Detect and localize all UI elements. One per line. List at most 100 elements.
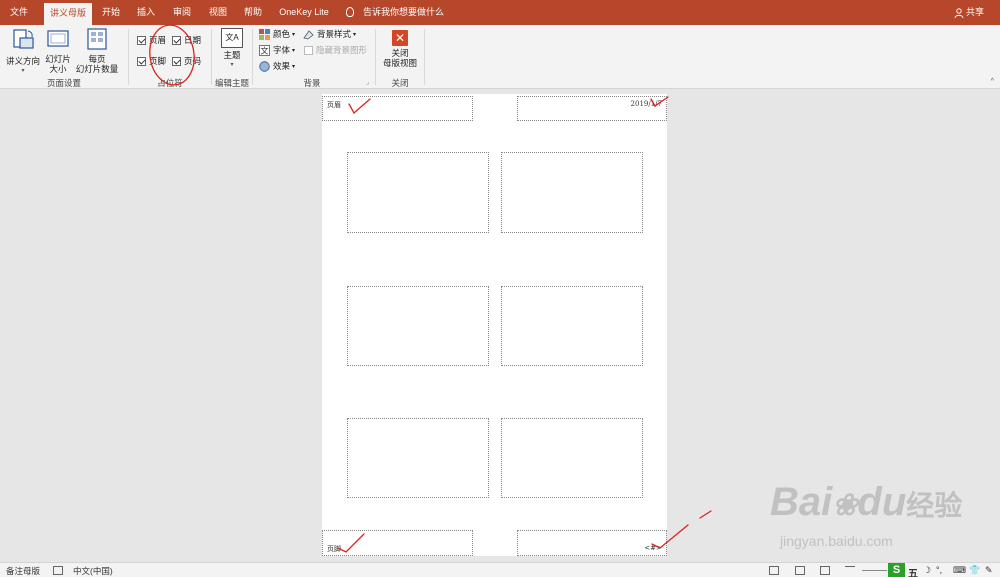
slide-size-line1: 幻灯片 [45, 54, 71, 64]
theme-icon: 文A [221, 28, 243, 48]
ime-skin-icon[interactable]: 👕 [969, 565, 980, 576]
checkbox-checked-icon [172, 56, 181, 66]
slide-slot[interactable] [501, 152, 643, 233]
themes-button[interactable]: 文A 主题 ▾ [216, 28, 248, 70]
dropdown-arrow-icon: ▾ [292, 31, 296, 38]
effects-icon [259, 60, 270, 72]
tab-file[interactable]: 文件 [0, 0, 38, 25]
header-checkbox-label: 页眉 [149, 35, 167, 45]
watermark-brand: Bai❀du经验 [770, 480, 963, 524]
ime-moon-icon[interactable]: ☽ [923, 565, 931, 576]
fonts-dropdown[interactable]: 文 字体 ▾ [259, 44, 295, 56]
close-line2: 母版视图 [382, 58, 417, 68]
slide-slot[interactable] [501, 418, 643, 498]
colors-dropdown[interactable]: 颜色 ▾ [259, 28, 295, 40]
effects-label: 效果 [273, 61, 291, 71]
group-label-close: 关闭 [391, 78, 409, 88]
checkbox-unchecked-icon [304, 45, 313, 55]
orientation-icon [13, 29, 34, 49]
tab-help[interactable]: 帮助 [238, 0, 268, 25]
slides-per-page-button[interactable]: 每页 幻灯片数量 [72, 28, 122, 74]
date-checkbox-label: 日期 [184, 35, 202, 45]
zoom-slider[interactable] [862, 570, 887, 571]
header-checkbox[interactable]: 页眉 [137, 34, 166, 46]
reading-view-icon[interactable] [820, 566, 830, 575]
dropdown-arrow-icon: ▾ [292, 63, 296, 70]
tab-review[interactable]: 审阅 [167, 0, 197, 25]
slideshow-icon[interactable] [845, 566, 855, 575]
page-number-checkbox-label: 页码 [184, 56, 202, 66]
slide-slot[interactable] [347, 152, 489, 233]
date-placeholder-text: 2019/1/7 [630, 100, 662, 108]
hide-background-label: 隐藏背景图形 [316, 45, 368, 55]
notes-master-status[interactable]: 备注母版 [6, 565, 40, 577]
group-label-background: 背景 [303, 78, 321, 88]
header-placeholder[interactable]: 页眉 [322, 96, 473, 121]
tab-onekey-lite[interactable]: OneKey Lite [274, 0, 334, 25]
header-placeholder-text: 页眉 [327, 101, 341, 109]
handout-page: 页眉 2019/1/7 页脚 <#> [322, 94, 667, 556]
background-styles-dropdown[interactable]: 背景样式 ▾ [303, 28, 356, 40]
colors-label: 颜色 [273, 29, 291, 39]
close-master-view-button[interactable]: ✕ 关闭 母版视图 [379, 30, 421, 68]
normal-view-icon[interactable] [769, 566, 779, 575]
hide-background-checkbox[interactable]: 隐藏背景图形 [304, 44, 367, 56]
tab-home[interactable]: 开始 [96, 0, 126, 25]
ime-logo-icon[interactable]: S [888, 563, 905, 577]
dialog-launcher-icon[interactable]: ⌟ [366, 79, 369, 86]
slide-slot[interactable] [347, 286, 489, 366]
dropdown-arrow-icon: ▾ [230, 62, 234, 68]
tab-view[interactable]: 视图 [203, 0, 233, 25]
group-label-page-setup: 页面设置 [46, 78, 81, 88]
paw-icon: ❀ [832, 489, 858, 522]
share-button[interactable]: 共享 [954, 0, 984, 25]
lightbulb-icon [346, 6, 354, 17]
ime-punctuation-icon[interactable]: °, [936, 565, 942, 575]
date-placeholder[interactable]: 2019/1/7 [517, 96, 667, 121]
footer-checkbox[interactable]: 页脚 [137, 55, 166, 67]
checkbox-checked-icon [137, 35, 146, 45]
effects-dropdown[interactable]: 效果 ▾ [259, 60, 295, 72]
slide-slot[interactable] [347, 418, 489, 498]
per-page-line1: 每页 [88, 54, 106, 64]
colors-icon [259, 28, 270, 40]
tab-handout-master[interactable]: 讲义母版 [44, 3, 92, 25]
accessibility-icon[interactable] [53, 566, 63, 575]
svg-text:文: 文 [261, 45, 269, 55]
page-number-checkbox[interactable]: 页码 [172, 55, 201, 67]
tell-me-search[interactable]: 告诉我你想要做什么 [346, 0, 444, 25]
ime-wubi-mode-icon[interactable]: 五 [908, 565, 918, 577]
group-label-placeholders: 占位符 [157, 78, 183, 88]
annotation-check [699, 510, 712, 519]
fonts-label: 字体 [273, 45, 291, 55]
collapse-ribbon-icon[interactable]: ^ [991, 78, 994, 85]
watermark-url: jingyan.baidu.com [780, 533, 893, 549]
language-status[interactable]: 中文(中国) [73, 565, 113, 577]
dropdown-arrow-icon: ▾ [21, 68, 25, 74]
dropdown-arrow-icon: ▾ [353, 31, 357, 38]
background-styles-label: 背景样式 [317, 29, 352, 39]
slide-sorter-icon[interactable] [795, 566, 805, 575]
ribbon: 讲义方向 ▾ 幻灯片 大小 每页 幻灯片数量 页面设置 页眉 日期 页脚 页码 … [0, 25, 1000, 89]
handout-orientation-button[interactable]: 讲义方向 ▾ [4, 28, 42, 76]
date-checkbox[interactable]: 日期 [172, 34, 201, 46]
tab-insert[interactable]: 插入 [131, 0, 161, 25]
ime-wrench-icon[interactable]: ✎ [985, 565, 993, 576]
slide-slot[interactable] [501, 286, 643, 366]
footer-checkbox-label: 页脚 [149, 56, 167, 66]
close-line1: 关闭 [391, 48, 409, 58]
page-number-placeholder-text: <#> [644, 544, 662, 552]
per-page-line2: 幻灯片数量 [75, 64, 119, 74]
share-label: 共享 [965, 7, 984, 17]
ime-keyboard-icon[interactable]: ⌨ [953, 565, 966, 576]
page-number-placeholder[interactable]: <#> [517, 530, 667, 556]
dropdown-arrow-icon: ▾ [292, 47, 296, 54]
group-divider [424, 29, 425, 85]
orientation-label: 讲义方向 [5, 56, 40, 66]
footer-placeholder-text: 页脚 [327, 545, 341, 553]
footer-placeholder[interactable]: 页脚 [322, 530, 473, 556]
person-icon [954, 7, 964, 18]
themes-label: 主题 [223, 50, 241, 60]
watermark-brand-text: Bai [770, 480, 833, 524]
slide-size-button[interactable]: 幻灯片 大小 [43, 28, 73, 74]
